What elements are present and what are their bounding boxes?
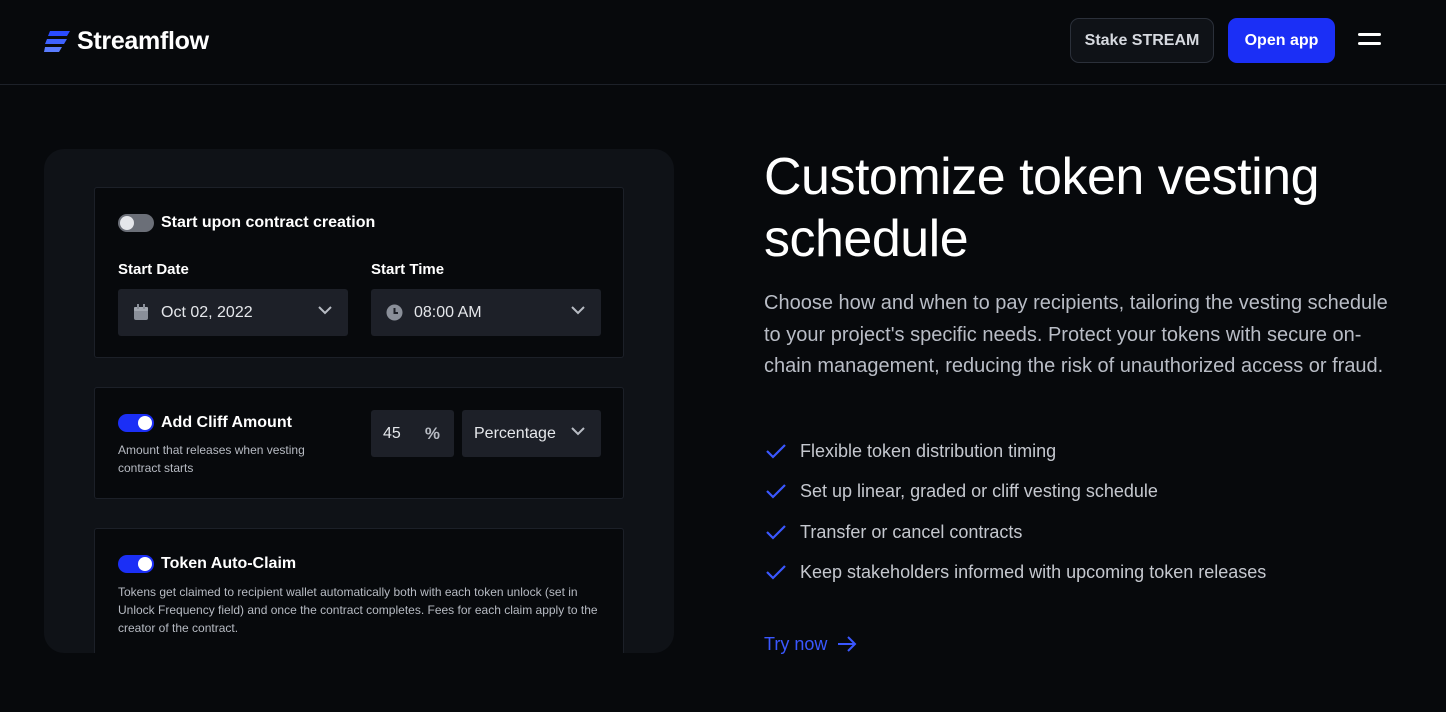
chevron-down-icon bbox=[318, 306, 332, 315]
add-cliff-label: Add Cliff Amount bbox=[161, 414, 292, 431]
feature-item: Flexible token distribution timing bbox=[764, 438, 1056, 464]
chevron-down-icon bbox=[571, 306, 585, 315]
page-headline: Customize token vesting schedule bbox=[764, 148, 1320, 268]
start-settings-card: Start upon contract creation Start Date … bbox=[94, 187, 624, 358]
start-date-label: Start Date bbox=[118, 261, 189, 278]
cliff-unit-value: Percentage bbox=[474, 424, 556, 442]
cliff-unit-select[interactable]: Percentage bbox=[462, 410, 601, 457]
arrow-right-icon bbox=[838, 636, 857, 652]
start-time-select[interactable]: 08:00 AM bbox=[371, 289, 601, 336]
auto-claim-toggle[interactable] bbox=[118, 555, 154, 573]
streamflow-logo-icon bbox=[44, 31, 70, 52]
check-icon bbox=[766, 525, 786, 540]
auto-claim-description: Tokens get claimed to recipient wallet a… bbox=[118, 585, 598, 635]
page-description: Choose how and when to pay recipients, t… bbox=[764, 292, 1388, 377]
feature-text: Set up linear, graded or cliff vesting s… bbox=[800, 480, 1158, 501]
start-time-label: Start Time bbox=[371, 261, 445, 278]
brand-logo[interactable]: Streamflow bbox=[44, 26, 209, 56]
feature-item: Transfer or cancel contracts bbox=[764, 519, 1022, 545]
toggle-knob bbox=[120, 216, 134, 230]
add-cliff-toggle[interactable] bbox=[118, 414, 154, 432]
cliff-amount-card: Add Cliff Amount Amount that releases wh… bbox=[94, 387, 624, 499]
feature-text: Transfer or cancel contracts bbox=[800, 521, 1023, 542]
start-upon-creation-label: Start upon contract creation bbox=[161, 214, 376, 231]
start-time-value: 08:00 AM bbox=[414, 303, 482, 321]
calendar-icon bbox=[134, 304, 148, 320]
feature-text: Flexible token distribution timing bbox=[800, 440, 1057, 461]
check-icon bbox=[766, 484, 786, 499]
try-now-label: Try now bbox=[764, 633, 828, 654]
toggle-knob bbox=[138, 557, 152, 571]
check-icon bbox=[766, 444, 786, 459]
start-date-select[interactable]: Oct 02, 2022 bbox=[118, 289, 348, 336]
cliff-amount-input[interactable]: 45 % bbox=[371, 410, 454, 457]
auto-claim-card: Token Auto-Claim Tokens get claimed to r… bbox=[94, 528, 624, 653]
menu-bar-bottom bbox=[1358, 42, 1381, 45]
feature-text: Keep stakeholders informed with upcoming… bbox=[800, 561, 1267, 582]
open-app-button[interactable]: Open app bbox=[1228, 18, 1335, 63]
feature-item: Keep stakeholders informed with upcoming… bbox=[764, 559, 1266, 585]
toggle-knob bbox=[138, 416, 152, 430]
stake-stream-button[interactable]: Stake STREAM bbox=[1070, 18, 1214, 63]
auto-claim-label: Token Auto-Claim bbox=[161, 555, 297, 572]
cliff-amount-value: 45 bbox=[383, 424, 401, 442]
check-icon bbox=[766, 565, 786, 580]
cliff-description: Amount that releases when vesting contra… bbox=[118, 443, 305, 475]
hamburger-menu-icon[interactable] bbox=[1358, 30, 1384, 52]
feature-item: Set up linear, graded or cliff vesting s… bbox=[764, 478, 1158, 504]
vesting-form-preview: Start upon contract creation Start Date … bbox=[44, 149, 674, 653]
start-upon-creation-toggle[interactable] bbox=[118, 214, 154, 232]
brand-name: Streamflow bbox=[77, 26, 209, 55]
site-header: Streamflow Stake STREAM Open app bbox=[0, 0, 1446, 85]
try-now-link[interactable]: Try now bbox=[764, 630, 857, 658]
start-date-value: Oct 02, 2022 bbox=[161, 303, 253, 321]
percent-icon: % bbox=[424, 423, 440, 443]
clock-icon bbox=[386, 304, 403, 321]
chevron-down-icon bbox=[571, 427, 585, 436]
menu-bar-top bbox=[1358, 33, 1381, 36]
